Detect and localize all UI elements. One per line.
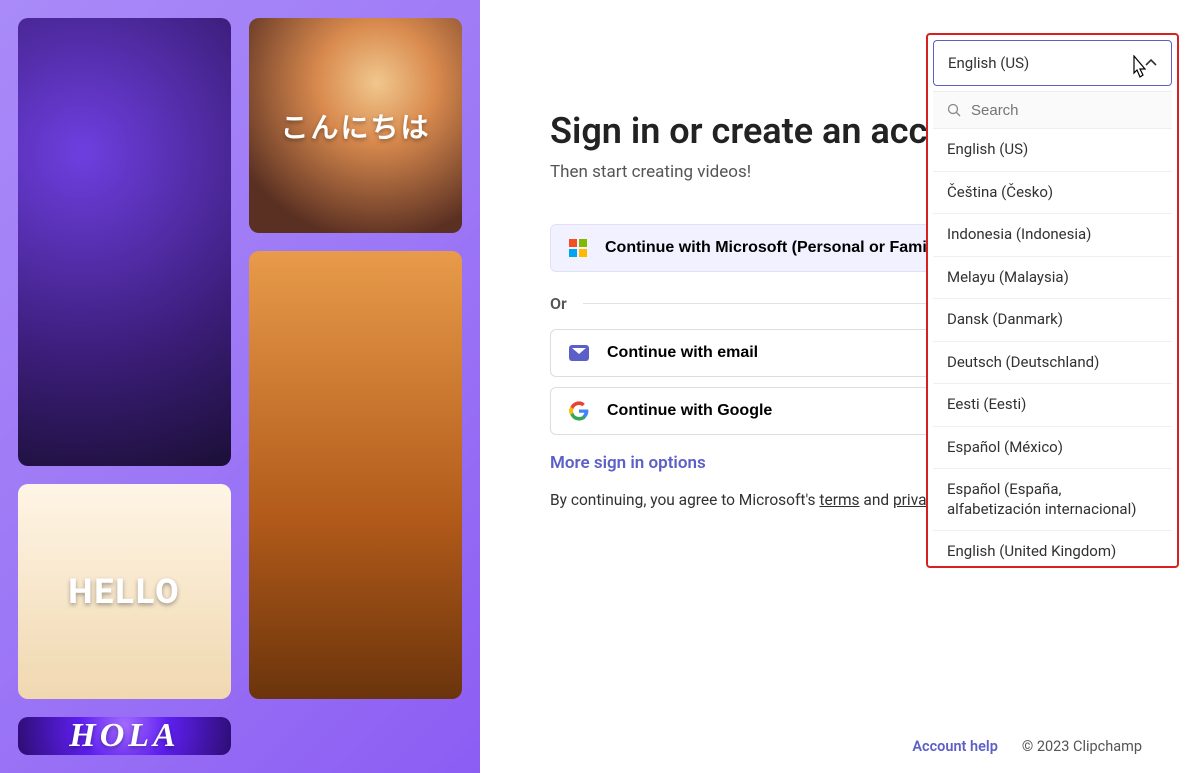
language-search-row [933, 91, 1172, 129]
microsoft-logo-icon [569, 239, 587, 257]
hero-tile: こんにちは [249, 18, 462, 233]
or-text: Or [550, 294, 567, 313]
language-dropdown: English (US) English (US)Čeština (Česko)… [926, 33, 1179, 568]
language-search-input[interactable] [971, 102, 1170, 119]
language-option[interactable]: Español (México) [933, 427, 1172, 470]
search-icon [947, 103, 961, 117]
language-option[interactable]: Čeština (Česko) [933, 172, 1172, 215]
button-label: Continue with Microsoft (Personal or Fam… [605, 239, 945, 257]
mail-icon [569, 345, 589, 361]
selected-language-label: English (US) [948, 54, 1029, 72]
language-option[interactable]: English (United Kingdom) [933, 531, 1172, 561]
hero-tile [249, 251, 462, 699]
copyright-text: © 2023 Clipchamp [1022, 738, 1142, 755]
hero-tile: HOLA [18, 717, 231, 755]
hero-text: HOLA [69, 717, 179, 755]
hero-text: こんにちは [280, 106, 430, 146]
language-option-list[interactable]: English (US)Čeština (Česko)Indonesia (In… [933, 129, 1172, 561]
button-label: Continue with Google [607, 402, 772, 420]
button-label: Continue with email [607, 344, 758, 362]
language-option[interactable]: Español (España, alfabetización internac… [933, 469, 1172, 531]
language-select-toggle[interactable]: English (US) [933, 40, 1172, 86]
terms-link[interactable]: terms [819, 491, 859, 509]
hero-tile: HELLO [18, 484, 231, 699]
account-help-link[interactable]: Account help [912, 738, 998, 755]
hero-text: HELLO [68, 572, 180, 612]
language-option[interactable]: Dansk (Danmark) [933, 299, 1172, 342]
chevron-up-icon [1145, 57, 1157, 69]
language-option[interactable]: Deutsch (Deutschland) [933, 342, 1172, 385]
language-option[interactable]: Melayu (Malaysia) [933, 257, 1172, 300]
hero-tile [18, 18, 231, 466]
language-option[interactable]: Eesti (Eesti) [933, 384, 1172, 427]
hero-tiles: こんにちは HELLO HOLA [0, 0, 480, 773]
google-logo-icon [569, 401, 589, 421]
language-option[interactable]: Indonesia (Indonesia) [933, 214, 1172, 257]
footer: Account help © 2023 Clipchamp [912, 738, 1142, 755]
language-option[interactable]: English (US) [933, 129, 1172, 172]
